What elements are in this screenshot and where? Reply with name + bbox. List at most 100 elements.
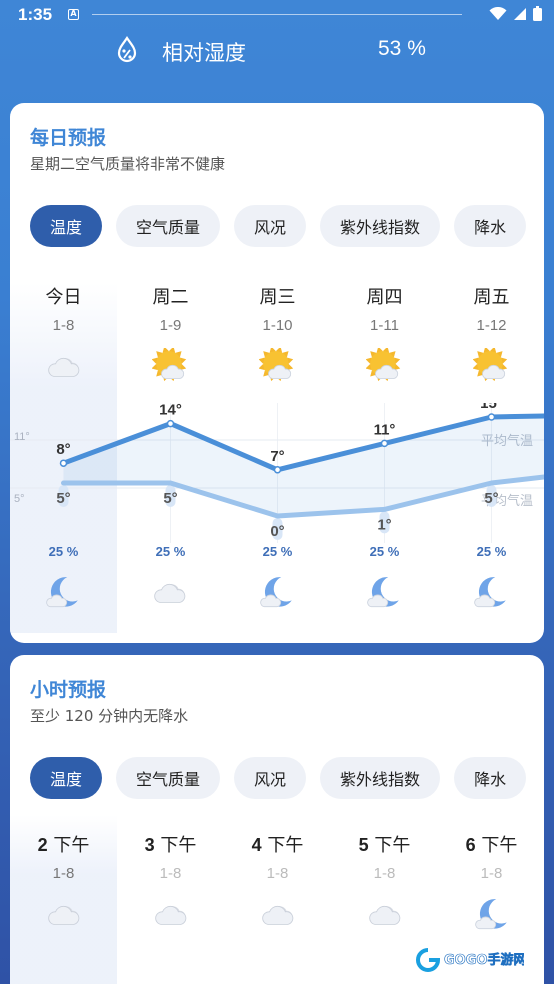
moon-cloud-icon — [46, 577, 78, 608]
low-temp-label: 5° — [484, 490, 498, 507]
tab-temperature[interactable]: 温度 — [30, 205, 103, 247]
day-date: 1-9 — [159, 317, 182, 334]
cloud-icon — [368, 905, 400, 925]
hour-unit: 下午 — [481, 835, 518, 856]
status-bar: 1:35 A — [0, 0, 554, 30]
precipitation-chance: 25 % — [476, 544, 507, 559]
hour-unit: 下午 — [267, 835, 304, 856]
hour-date: 1-8 — [480, 865, 503, 882]
night-icon-wrap — [365, 574, 403, 616]
hour-date: 1-8 — [159, 865, 182, 882]
humidity-label: 相对湿度 — [162, 41, 246, 65]
hour-number: 5 — [358, 835, 369, 855]
hourly-tabs: 温度 空气质量 风况 紫外线指数 降水 — [30, 757, 527, 799]
hour-column[interactable]: 4 下午 1-8 — [224, 831, 331, 934]
low-temp-label: 5° — [56, 490, 70, 507]
hour-date: 1-8 — [266, 865, 289, 882]
precipitation-chance: 25 % — [155, 544, 186, 559]
sun-cloud-icon — [472, 348, 507, 382]
hour-icon-wrap — [117, 896, 224, 934]
hour-unit: 下午 — [374, 835, 411, 856]
hourly-forecast-card[interactable]: 小时预报 至少 120 分钟内无降水 温度 空气质量 风况 紫外线指数 降水 2… — [10, 655, 544, 984]
day-name: 周二 — [152, 287, 189, 308]
day-column[interactable]: 周四 1-11 — [331, 283, 438, 386]
hour-label: 5 下午 — [331, 831, 438, 857]
signal-icon — [514, 7, 526, 20]
moon-cloud-icon — [474, 899, 507, 930]
day-column[interactable]: 周二 1-9 — [117, 283, 224, 386]
hour-column[interactable]: 2 下午 1-8 — [10, 831, 117, 934]
tab-temperature[interactable]: 温度 — [30, 757, 103, 799]
hour-label: 3 下午 — [117, 831, 224, 857]
day-name: 周四 — [366, 287, 403, 308]
day-date: 1-11 — [370, 317, 399, 334]
cloud-icon — [47, 905, 79, 925]
humidity-value: 53 % — [378, 37, 426, 60]
tab-air-quality[interactable]: 空气质量 — [116, 757, 221, 799]
hour-icon-wrap — [10, 896, 117, 934]
night-icon-wrap — [472, 574, 510, 616]
high-temp-label: 11° — [374, 421, 396, 438]
cloud-icon — [261, 905, 293, 925]
sun-cloud-icon — [151, 348, 186, 382]
daily-forecast-card[interactable]: 每日预报 星期二空气质量将非常不健康 温度 空气质量 风况 紫外线指数 降水 今… — [10, 103, 544, 643]
high-temp-point — [59, 459, 68, 467]
sun-cloud-icon — [258, 348, 293, 382]
daily-title: 每日预报 — [30, 127, 107, 149]
hour-date: 1-8 — [52, 865, 75, 882]
day-column[interactable]: 今日 1-8 — [10, 283, 117, 386]
day-column[interactable]: 周三 1-10 — [224, 283, 331, 386]
hour-column[interactable]: 5 下午 1-8 — [331, 831, 438, 934]
notification-icon: A — [68, 9, 79, 20]
tab-air-quality[interactable]: 空气质量 — [116, 205, 221, 247]
hour-unit: 下午 — [160, 835, 197, 856]
hour-column[interactable]: 3 下午 1-8 — [117, 831, 224, 934]
sun-cloud-icon — [365, 348, 400, 382]
day-name: 周五 — [473, 287, 510, 308]
hour-number: 2 — [37, 835, 48, 855]
hour-icon-wrap — [331, 896, 438, 934]
status-icons — [489, 6, 542, 21]
hour-icon-wrap — [438, 896, 544, 934]
hour-label: 2 下午 — [10, 831, 117, 857]
high-temp-point — [487, 413, 496, 421]
humidity-icon — [117, 36, 137, 63]
daily-tabs: 温度 空气质量 风况 紫外线指数 降水 — [30, 205, 527, 247]
cloud-icon — [154, 583, 186, 603]
day-date: 1-10 — [262, 317, 293, 334]
day-icon-wrap — [117, 348, 224, 386]
day-icon-wrap — [10, 348, 117, 386]
night-icon-wrap — [258, 574, 296, 616]
hour-label: 4 下午 — [224, 831, 331, 857]
day-name: 今日 — [45, 287, 82, 308]
tab-uv-index[interactable]: 紫外线指数 — [320, 757, 441, 799]
moon-cloud-icon — [260, 577, 292, 608]
hourly-title: 小时预报 — [30, 679, 107, 701]
tab-wind[interactable]: 风况 — [234, 757, 307, 799]
high-temp-point — [166, 419, 175, 428]
cloud-icon — [154, 905, 186, 925]
precipitation-chance: 25 % — [262, 544, 293, 559]
day-column[interactable]: 周五 1-12 — [438, 283, 544, 386]
day-name: 周三 — [259, 287, 296, 308]
hour-date: 1-8 — [373, 865, 396, 882]
hourly-subtitle: 至少 120 分钟内无降水 — [30, 707, 189, 725]
day-icon-wrap — [224, 348, 331, 386]
day-icon-wrap — [331, 348, 438, 386]
high-temp-point — [273, 466, 282, 474]
tab-precipitation[interactable]: 降水 — [454, 205, 527, 247]
hour-column[interactable]: 6 下午 1-8 — [438, 831, 544, 934]
tab-uv-index[interactable]: 紫外线指数 — [320, 205, 441, 247]
cloud-icon — [47, 357, 79, 377]
moon-cloud-icon — [474, 577, 506, 608]
tab-wind[interactable]: 风况 — [234, 205, 307, 247]
tab-precipitation[interactable]: 降水 — [454, 757, 527, 799]
low-temp-label: 0° — [270, 523, 284, 540]
temperature-chart: 11°5°平均气温平均气温8°14°7°11°15°5°5°0°1°5° — [10, 403, 544, 543]
night-icon-wrap — [151, 574, 189, 616]
day-icon-wrap — [438, 348, 544, 386]
low-temp-label: 5° — [163, 490, 177, 507]
battery-icon — [533, 6, 542, 21]
precipitation-chance: 25 % — [369, 544, 400, 559]
low-temp-label: 1° — [377, 516, 391, 533]
